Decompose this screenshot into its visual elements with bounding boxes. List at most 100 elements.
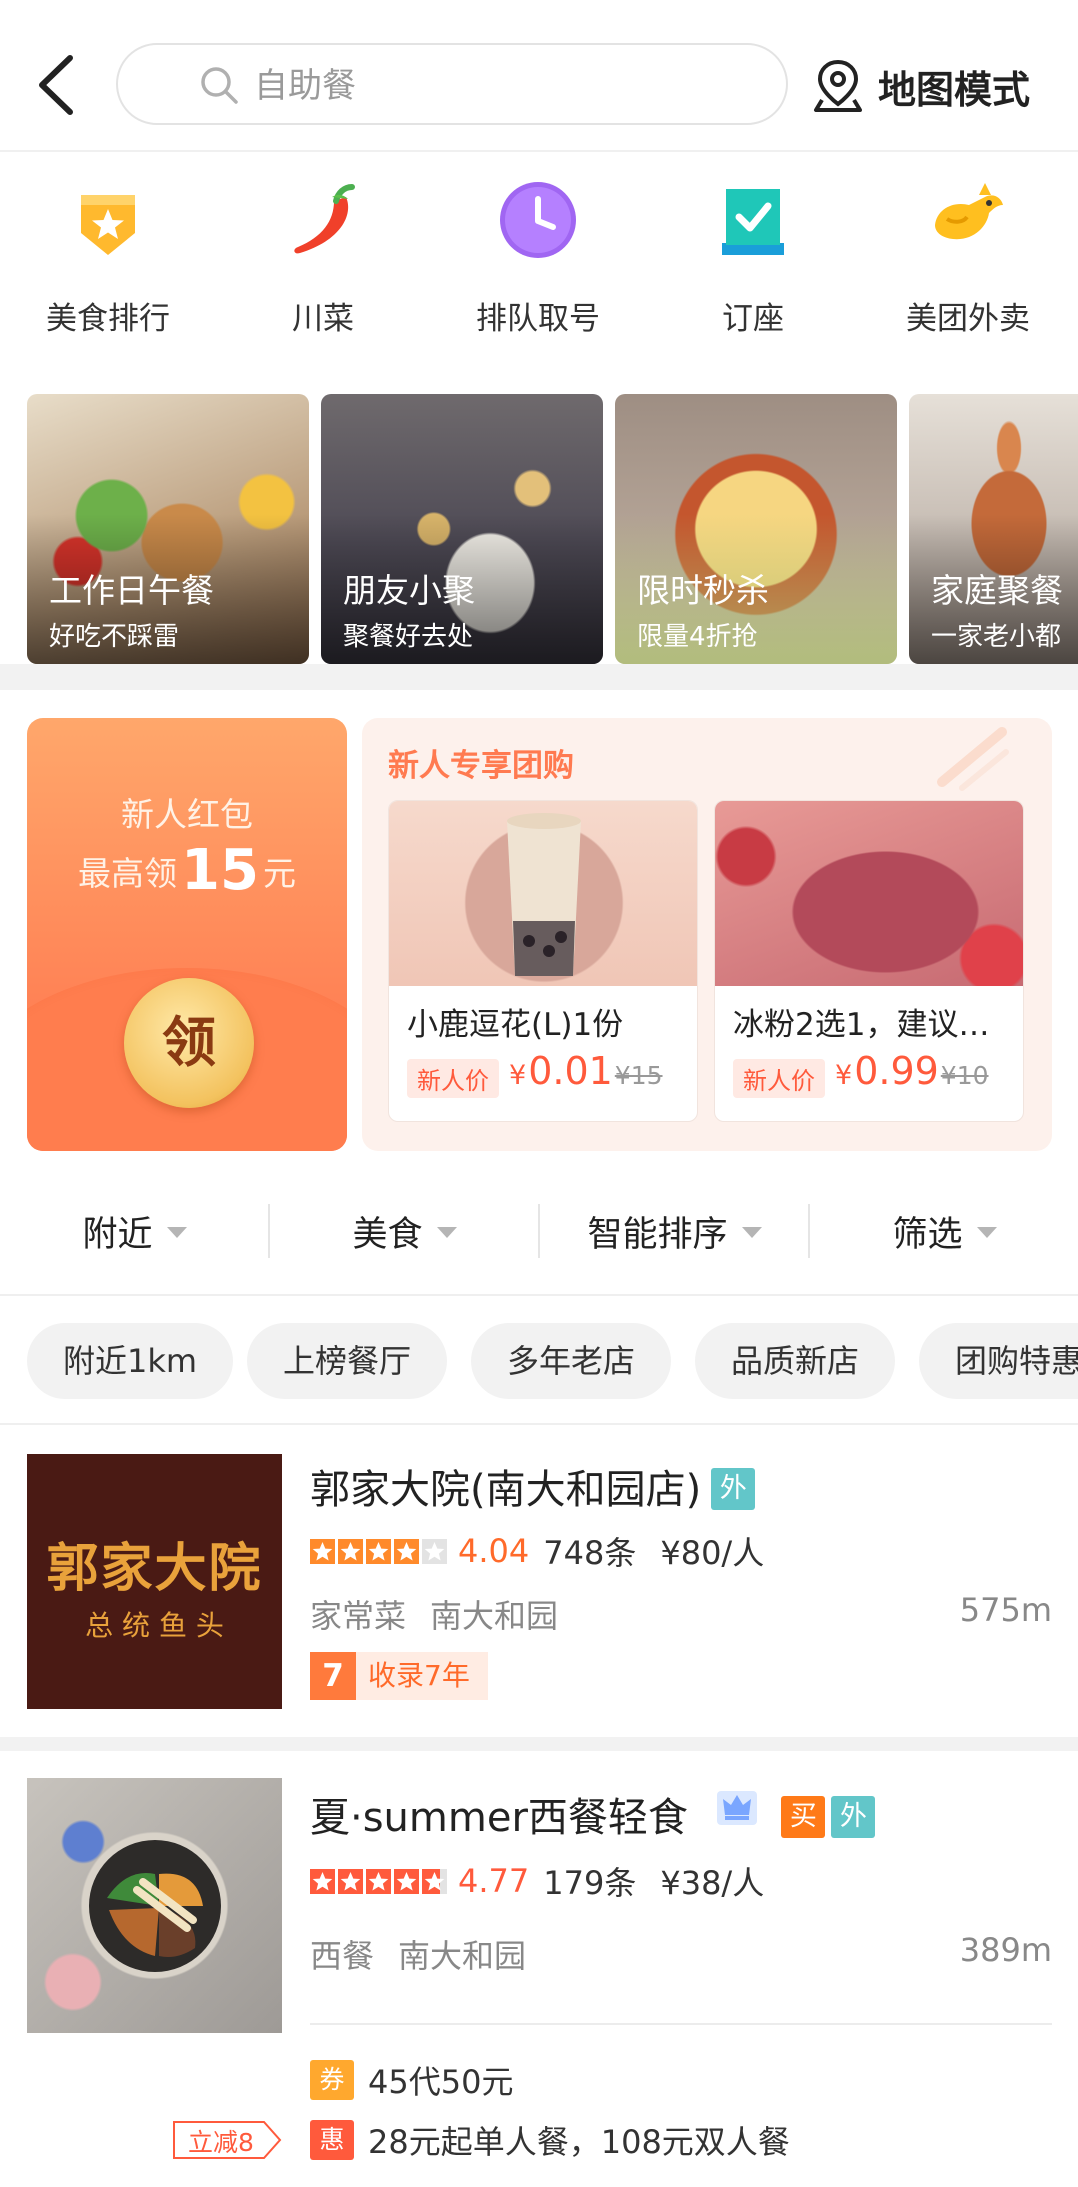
scene-card-flash-sale[interactable]: 限时秒杀 限量4折抢	[615, 394, 897, 664]
star-icon	[394, 1538, 419, 1564]
cuisine-category: 西餐	[310, 1937, 375, 1975]
search-icon	[201, 67, 238, 104]
restaurant-photo	[27, 1778, 282, 2033]
divider	[310, 2023, 1052, 2025]
quick-nav: 美食排行 川菜 排队取号 订座 美团外卖	[0, 175, 1078, 355]
scene-subtitle: 好吃不踩雷	[49, 622, 180, 652]
new-user-price-tag: 新人价	[407, 1059, 499, 1098]
original-price: ¥10	[940, 1061, 989, 1090]
restaurant-card[interactable]: 夏·summer西餐轻食 买外 4.77 179条 ¥38/人 西餐 南大和园 3…	[0, 1751, 1078, 2187]
chip-group-deals[interactable]: 团购特惠	[919, 1323, 1078, 1399]
rating-score: 4.04	[458, 1532, 530, 1570]
quick-nav-waimai[interactable]: 美团外卖	[868, 175, 1068, 338]
deal-card[interactable]: 冰粉2选1，建议… 新人价 ¥0.99¥10	[714, 800, 1024, 1122]
quick-filter-chips: 附近1km 上榜餐厅 多年老店 品质新店 团购特惠	[0, 1297, 1078, 1425]
scene-card-lunch[interactable]: 工作日午餐 好吃不踩雷	[27, 394, 309, 664]
chip-top-ranked[interactable]: 上榜餐厅	[247, 1323, 448, 1399]
star-icon	[310, 1538, 335, 1564]
filter-options[interactable]: 筛选	[810, 1166, 1078, 1296]
restaurant-card[interactable]: 郭家大院 总 统 鱼 头 郭家大院(南大和园店) 外 4.04 748条 ¥80/…	[0, 1427, 1078, 1737]
business-area: 南大和园	[398, 1937, 527, 1975]
scene-subtitle: 一家老小都	[931, 622, 1062, 652]
discount-text: 28元起单人餐，108元双人餐	[368, 2123, 790, 2161]
filter-bar: 附近 美食 智能排序 筛选	[0, 1166, 1078, 1296]
coupon-row[interactable]: 券 45代50元	[310, 2058, 513, 2102]
map-mode-label: 地图模式	[878, 67, 1031, 112]
discount-badge: 惠	[310, 2120, 354, 2160]
deal-name: 小鹿逗花(L)1份	[407, 1007, 624, 1043]
chili-pepper-icon	[294, 184, 355, 254]
new-user-red-packet[interactable]: 新人红包 最高领15 元 领	[27, 718, 347, 1151]
instant-discount-label: 立减8	[188, 2128, 254, 2157]
average-price: ¥38/人	[660, 1864, 765, 1902]
quick-nav-label: 川菜	[292, 301, 354, 337]
buy-badge: 买	[781, 1796, 826, 1838]
list-divider	[0, 1737, 1078, 1751]
chevron-down-icon	[166, 1226, 187, 1238]
coupon-text: 45代50元	[368, 2063, 514, 2101]
decorative-stripe-icon	[937, 727, 1009, 791]
restaurant-name: 夏·summer西餐轻食	[310, 1795, 688, 1841]
coupon-badge: 券	[310, 2060, 354, 2100]
review-count: 179条	[543, 1864, 637, 1902]
ranking-badge-icon	[81, 195, 135, 255]
claim-button[interactable]: 领	[124, 978, 254, 1108]
new-user-group-buy: 新人专享团购 小鹿逗花(L)1份 新人价 ¥0.01¥15 冰粉2选1，建议… …	[362, 718, 1052, 1151]
delivery-badge: 外	[711, 1468, 756, 1510]
restaurant-name-row: 郭家大院(南大和园店) 外	[310, 1457, 756, 1515]
search-placeholder: 自助餐	[254, 66, 356, 106]
red-packet-title: 新人红包	[121, 795, 253, 834]
deal-name: 冰粉2选1，建议…	[733, 1007, 990, 1043]
scene-title: 朋友小聚	[343, 571, 475, 610]
deal-price: ¥0.99¥10	[835, 1049, 989, 1093]
scene-card-family[interactable]: 家庭聚餐 一家老小都	[909, 394, 1078, 664]
quick-nav-ranking[interactable]: 美食排行	[8, 175, 208, 338]
section-divider	[0, 664, 1078, 690]
rating-row: 4.77 179条 ¥38/人	[310, 1859, 764, 1903]
chip-new-stores[interactable]: 品质新店	[695, 1323, 896, 1399]
quick-nav-reserve[interactable]: 订座	[653, 175, 853, 338]
average-price: ¥80/人	[660, 1534, 765, 1572]
filter-nearby[interactable]: 附近	[0, 1166, 269, 1296]
scene-card-friends[interactable]: 朋友小聚 聚餐好去处	[321, 394, 603, 664]
chip-nearby-1km[interactable]: 附近1km	[27, 1323, 234, 1399]
discount-row[interactable]: 惠 28元起单人餐，108元双人餐	[310, 2118, 790, 2162]
years-listed-badge: 7 收录7年	[310, 1652, 488, 1700]
group-buy-title: 新人专享团购	[388, 748, 574, 784]
cuisine-category: 家常菜	[310, 1597, 407, 1635]
map-pin-icon	[814, 59, 862, 112]
checkmark-seat-icon	[722, 189, 784, 255]
chevron-down-icon	[741, 1226, 762, 1238]
restaurant-logo: 郭家大院 总 统 鱼 头	[27, 1454, 282, 1709]
filter-sort[interactable]: 智能排序	[540, 1166, 809, 1296]
scene-title: 家庭聚餐	[931, 571, 1063, 610]
ice-jelly-image	[715, 801, 1023, 986]
distance: 575m	[959, 1591, 1052, 1629]
chip-old-stores[interactable]: 多年老店	[471, 1323, 672, 1399]
distance: 389m	[959, 1931, 1052, 1969]
deal-price: ¥0.01¥15	[509, 1049, 663, 1093]
star-icon	[366, 1868, 391, 1894]
chevron-down-icon	[436, 1226, 457, 1238]
kangaroo-icon	[935, 183, 1003, 240]
back-arrow-icon[interactable]	[30, 50, 86, 120]
star-half-icon	[422, 1868, 447, 1894]
quick-nav-label: 美团外卖	[906, 301, 1030, 337]
quick-nav-label: 美食排行	[46, 301, 170, 337]
crown-quality-icon	[716, 1791, 757, 1825]
quick-nav-queue[interactable]: 排队取号	[438, 175, 638, 338]
map-mode-button[interactable]: 地图模式	[812, 56, 1030, 116]
restaurant-name-row: 夏·summer西餐轻食 买外	[310, 1785, 876, 1843]
chevron-down-icon	[976, 1226, 997, 1238]
star-empty-icon	[422, 1538, 447, 1564]
top-bar: 自助餐 地图模式	[0, 0, 1078, 152]
filter-category[interactable]: 美食	[270, 1166, 539, 1296]
star-icon	[366, 1538, 391, 1564]
quick-nav-sichuan[interactable]: 川菜	[223, 175, 423, 338]
scene-subtitle: 聚餐好去处	[343, 622, 474, 652]
search-input[interactable]: 自助餐	[116, 43, 788, 125]
new-user-price-tag: 新人价	[733, 1059, 825, 1098]
scene-title: 工作日午餐	[49, 571, 214, 610]
milk-tea-image	[389, 801, 697, 986]
deal-card[interactable]: 小鹿逗花(L)1份 新人价 ¥0.01¥15	[388, 800, 698, 1122]
